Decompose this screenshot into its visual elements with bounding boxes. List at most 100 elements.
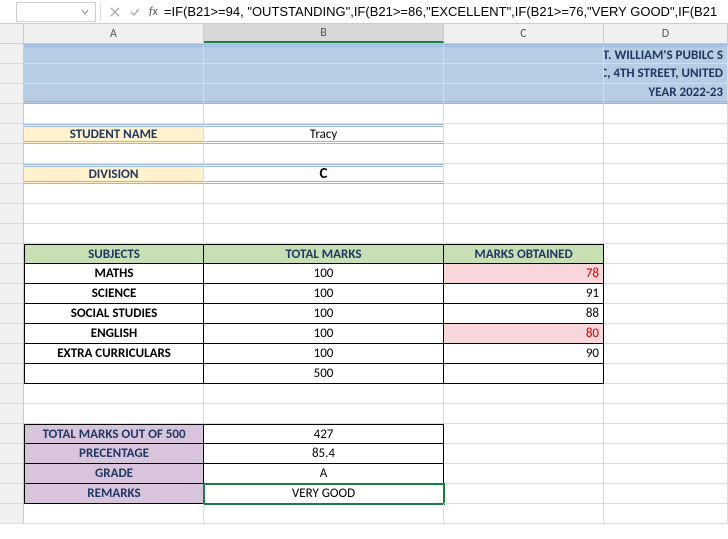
cell[interactable] — [444, 484, 604, 504]
cell[interactable] — [24, 204, 204, 224]
cell[interactable] — [604, 444, 728, 464]
percentage-label[interactable]: PRECENTAGE — [24, 444, 204, 464]
name-box[interactable] — [16, 2, 96, 22]
cell[interactable] — [604, 244, 728, 264]
cell[interactable] — [444, 504, 604, 524]
row-header[interactable] — [0, 64, 24, 84]
cell[interactable] — [444, 444, 604, 464]
subject-name-cell[interactable]: EXTRA CURRICULARS — [24, 344, 204, 364]
student-name-value[interactable]: Tracy — [204, 124, 444, 144]
row-header[interactable] — [0, 324, 24, 344]
cell[interactable] — [24, 224, 204, 244]
column-header-a[interactable]: A — [24, 24, 204, 43]
percentage-value[interactable]: 85.4 — [204, 444, 444, 464]
subject-name-cell[interactable]: SCIENCE — [24, 284, 204, 304]
column-header-d[interactable]: D — [604, 24, 728, 43]
subject-total-cell[interactable]: 100 — [204, 264, 444, 284]
subject-total-cell[interactable]: 100 — [204, 324, 444, 344]
cell[interactable] — [604, 124, 728, 144]
cell[interactable] — [604, 284, 728, 304]
cell[interactable] — [24, 44, 204, 64]
row-header[interactable] — [0, 364, 24, 384]
row-header[interactable] — [0, 284, 24, 304]
subject-name-cell[interactable]: ENGLISH — [24, 324, 204, 344]
school-name-cell[interactable]: ST. WILLIAM'S PUBILC S — [604, 44, 728, 64]
cell[interactable] — [444, 164, 604, 184]
cell[interactable] — [604, 204, 728, 224]
cell[interactable] — [24, 64, 204, 84]
cell[interactable] — [604, 424, 728, 444]
cell[interactable] — [604, 104, 728, 124]
enter-icon[interactable] — [125, 2, 145, 22]
cell[interactable] — [444, 124, 604, 144]
total-marks-header[interactable]: TOTAL MARKS — [204, 244, 444, 264]
select-all-corner[interactable] — [0, 24, 24, 43]
cell[interactable] — [204, 64, 444, 84]
cell[interactable] — [444, 464, 604, 484]
cell[interactable] — [204, 104, 444, 124]
division-value[interactable]: C — [204, 164, 444, 184]
row-header[interactable] — [0, 124, 24, 144]
cell[interactable] — [444, 224, 604, 244]
cell[interactable] — [444, 184, 604, 204]
cell[interactable] — [604, 264, 728, 284]
subject-obtained-cell[interactable]: 88 — [444, 304, 604, 324]
cell[interactable] — [444, 204, 604, 224]
cell[interactable] — [604, 364, 728, 384]
cell[interactable] — [204, 224, 444, 244]
cell[interactable] — [204, 384, 444, 404]
cell[interactable] — [204, 44, 444, 64]
row-header[interactable] — [0, 404, 24, 424]
row-header[interactable] — [0, 484, 24, 504]
grade-value[interactable]: A — [204, 464, 444, 484]
cancel-icon[interactable] — [105, 2, 125, 22]
cell[interactable] — [604, 384, 728, 404]
year-cell[interactable]: YEAR 2022-23 — [604, 84, 728, 104]
cell[interactable] — [204, 184, 444, 204]
row-header[interactable] — [0, 204, 24, 224]
column-header-c[interactable]: C — [444, 24, 604, 43]
row-header[interactable] — [0, 444, 24, 464]
cell[interactable] — [444, 424, 604, 444]
cell[interactable] — [24, 364, 204, 384]
subject-name-cell[interactable]: SOCIAL STUDIES — [24, 304, 204, 324]
student-name-label[interactable]: STUDENT NAME — [24, 124, 204, 144]
marks-obtained-header[interactable]: MARKS OBTAINED — [444, 244, 604, 264]
cell[interactable] — [444, 384, 604, 404]
spreadsheet-grid[interactable]: ST. WILLIAM'S PUBILC S ABC, 4TH STREET, … — [0, 44, 728, 524]
row-header[interactable] — [0, 344, 24, 364]
cell[interactable] — [444, 64, 604, 84]
cell[interactable] — [604, 164, 728, 184]
cell[interactable] — [604, 484, 728, 504]
cell[interactable] — [604, 144, 728, 164]
address-cell[interactable]: ABC, 4TH STREET, UNITED — [604, 64, 728, 84]
subjects-header[interactable]: SUBJECTS — [24, 244, 204, 264]
total-sum-cell[interactable]: 500 — [204, 364, 444, 384]
remarks-value[interactable]: VERY GOOD — [204, 484, 444, 504]
cell[interactable] — [604, 344, 728, 364]
cell[interactable] — [444, 84, 604, 104]
row-header[interactable] — [0, 504, 24, 524]
total-out-value[interactable]: 427 — [204, 424, 444, 444]
cell[interactable] — [604, 224, 728, 244]
cell[interactable] — [24, 384, 204, 404]
row-header[interactable] — [0, 384, 24, 404]
subject-obtained-cell[interactable]: 78 — [444, 264, 604, 284]
cell[interactable] — [444, 144, 604, 164]
subject-obtained-cell[interactable]: 80 — [444, 324, 604, 344]
subject-name-cell[interactable]: MATHS — [24, 264, 204, 284]
remarks-label[interactable]: REMARKS — [24, 484, 204, 504]
row-header[interactable] — [0, 304, 24, 324]
subject-obtained-cell[interactable]: 90 — [444, 344, 604, 364]
fx-label[interactable]: fx — [145, 5, 162, 19]
column-header-b[interactable]: B — [204, 24, 444, 43]
cell[interactable] — [24, 504, 204, 524]
obtained-sum-cell[interactable] — [444, 364, 604, 384]
row-header[interactable] — [0, 144, 24, 164]
formula-input[interactable] — [162, 2, 728, 22]
cell[interactable] — [204, 84, 444, 104]
cell[interactable] — [24, 104, 204, 124]
cell[interactable] — [604, 324, 728, 344]
cell[interactable] — [604, 304, 728, 324]
grade-label[interactable]: GRADE — [24, 464, 204, 484]
